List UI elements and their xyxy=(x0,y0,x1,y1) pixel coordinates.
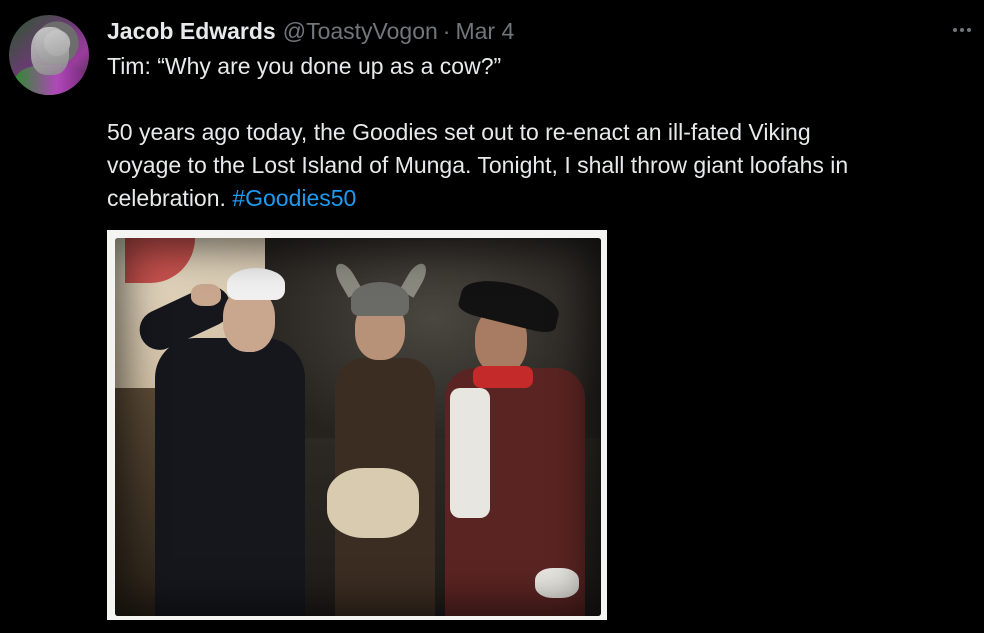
figure-pirate-glove xyxy=(535,568,579,598)
author-handle[interactable]: @ToastyVogon xyxy=(283,18,438,45)
figure-viking-helmet xyxy=(351,282,409,316)
avatar-face xyxy=(31,27,69,75)
figure-sailor-body xyxy=(155,338,305,616)
author-name[interactable]: Jacob Edwards xyxy=(107,18,276,45)
media-photo[interactable] xyxy=(115,238,601,616)
more-horizontal-icon xyxy=(953,28,971,32)
figure-sailor-hand xyxy=(191,284,221,306)
tweet-text-line: Tim: “Why are you done up as a cow?” xyxy=(107,53,502,79)
figure-viking-fur xyxy=(327,468,419,538)
figure-pirate-scarf xyxy=(473,366,533,388)
hashtag-link[interactable]: #Goodies50 xyxy=(232,185,356,211)
tweet-text-line: celebration. #Goodies50 xyxy=(107,182,967,215)
more-options-button[interactable] xyxy=(948,18,976,42)
tweet: Jacob Edwards @ToastyVogon · Mar 4 Tim: … xyxy=(0,0,984,633)
tweet-text-line: 50 years ago today, the Goodies set out … xyxy=(107,119,811,145)
figure-pirate-shirt xyxy=(450,388,490,518)
avatar[interactable] xyxy=(9,15,89,95)
tweet-text-fragment: celebration. xyxy=(107,185,233,211)
header-separator: · xyxy=(442,17,451,44)
tweet-text-line: voyage to the Lost Island of Munga. Toni… xyxy=(107,152,849,178)
tweet-media[interactable] xyxy=(107,230,607,620)
tweet-text: Tim: “Why are you done up as a cow?” 50 … xyxy=(107,50,967,215)
tweet-date[interactable]: Mar 4 xyxy=(455,18,514,45)
figure-sailor-cap xyxy=(227,268,285,300)
tweet-header: Jacob Edwards @ToastyVogon · Mar 4 xyxy=(107,16,514,46)
